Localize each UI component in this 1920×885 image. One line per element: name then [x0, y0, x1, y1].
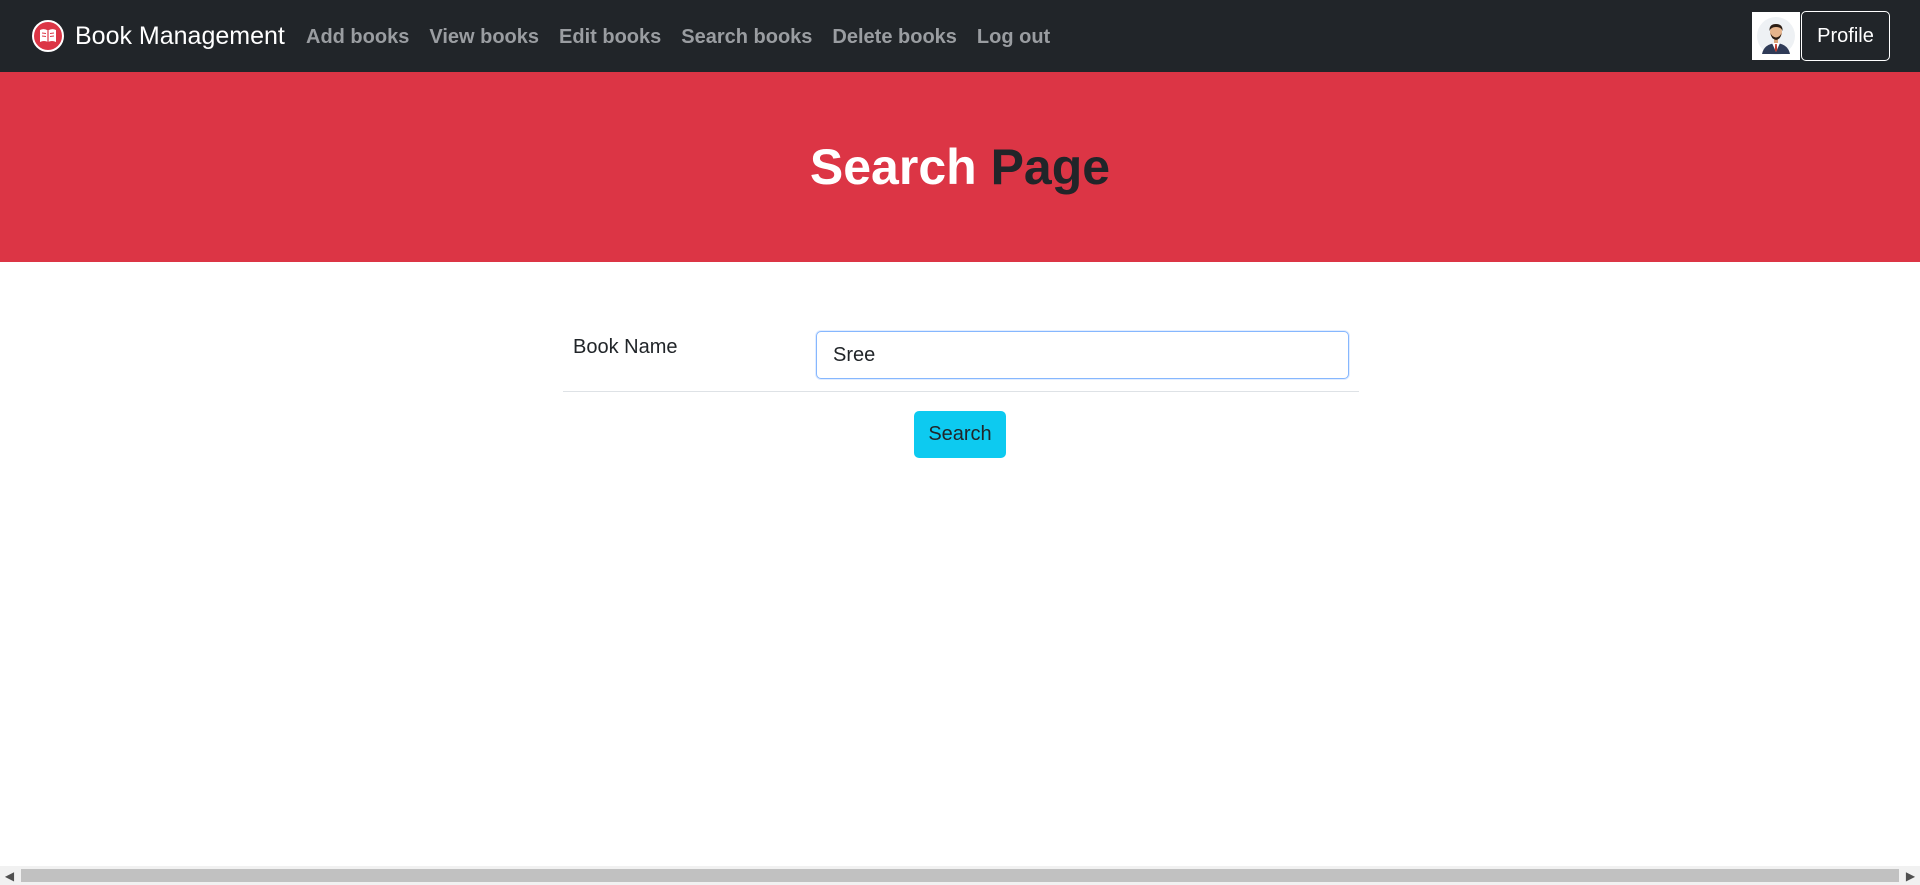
scrollbar-thumb[interactable]: [21, 869, 1899, 882]
nav-search-books[interactable]: Search books: [681, 24, 812, 50]
user-avatar-icon: [1752, 12, 1800, 60]
book-icon: [32, 20, 64, 52]
scroll-left-icon[interactable]: ◀: [0, 866, 19, 885]
nav-view-books[interactable]: View books: [429, 24, 539, 50]
profile-button[interactable]: Profile: [1801, 11, 1890, 61]
nav-add-books[interactable]: Add books: [306, 24, 409, 50]
page-title-word-1: Search: [809, 139, 977, 195]
brand-title: Book Management: [75, 21, 285, 50]
brand-link[interactable]: Book Management: [32, 19, 285, 53]
nav-edit-books[interactable]: Edit books: [559, 24, 661, 50]
nav-log-out[interactable]: Log out: [977, 24, 1050, 50]
horizontal-scrollbar[interactable]: ◀ ▶: [0, 866, 1920, 885]
nav-links: Add books View books Edit books Search b…: [306, 24, 1070, 50]
search-form: Book Name: [563, 330, 1359, 392]
top-navbar: Book Management Add books View books Edi…: [0, 0, 1920, 72]
scroll-right-icon[interactable]: ▶: [1901, 866, 1920, 885]
book-name-input[interactable]: [816, 331, 1349, 379]
search-button[interactable]: Search: [914, 411, 1006, 458]
page-title: Search Page: [810, 138, 1110, 196]
book-name-row: Book Name: [563, 330, 1359, 392]
page-title-word-2: Page: [990, 139, 1111, 195]
nav-delete-books[interactable]: Delete books: [832, 24, 956, 50]
page-header-banner: Search Page: [0, 72, 1920, 262]
book-name-label: Book Name: [573, 336, 678, 358]
